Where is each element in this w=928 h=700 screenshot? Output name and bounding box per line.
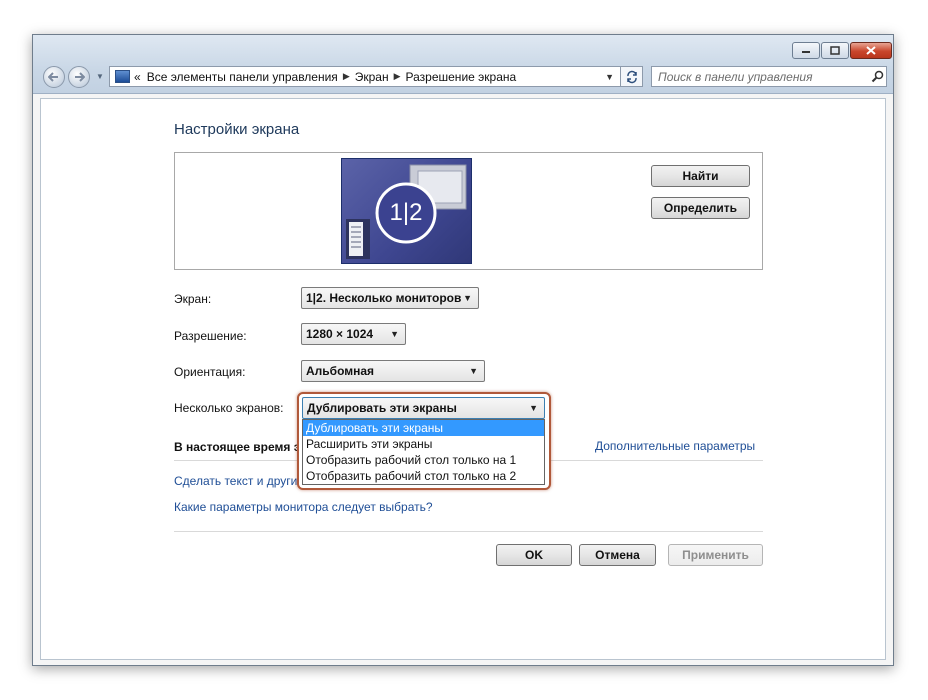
breadcrumb-all-items[interactable]: Все элементы панели управления	[147, 70, 338, 84]
chevron-down-icon: ▼	[529, 403, 538, 413]
orientation-select-value: Альбомная	[306, 364, 375, 378]
text-size-link[interactable]: Сделать текст и други	[174, 474, 297, 488]
minimize-icon	[802, 50, 810, 53]
breadcrumb-resolution[interactable]: Разрешение экрана	[406, 70, 517, 84]
chevron-down-icon: ▼	[469, 366, 478, 376]
maximize-button[interactable]	[821, 42, 849, 59]
monitor-image[interactable]: 1|2	[341, 158, 472, 264]
multiple-displays-label: Несколько экранов:	[174, 401, 284, 415]
close-button[interactable]	[850, 42, 892, 59]
refresh-button[interactable]	[621, 66, 643, 87]
close-icon	[866, 46, 876, 55]
display-label: Экран:	[174, 292, 212, 306]
chevron-down-icon: ▼	[463, 293, 472, 303]
refresh-icon	[626, 70, 637, 83]
chevron-down-icon: ▼	[390, 329, 399, 339]
multiple-displays-options: Дублировать эти экраны Расширить эти экр…	[302, 419, 545, 485]
option-only-1[interactable]: Отобразить рабочий стол только на 1	[303, 452, 544, 468]
cancel-button[interactable]: Отмена	[579, 544, 656, 566]
recent-pages-dropdown[interactable]: ▼	[96, 72, 104, 81]
minimize-button[interactable]	[792, 42, 820, 59]
monitor-help-link[interactable]: Какие параметры монитора следует выбрать…	[174, 500, 433, 514]
address-bar[interactable]: « Все элементы панели управления ▶ Экран…	[109, 66, 621, 87]
multiple-displays-select[interactable]: Дублировать эти экраны ▼	[302, 397, 545, 419]
control-panel-icon	[115, 70, 130, 83]
apply-button[interactable]: Применить	[668, 544, 763, 566]
breadcrumb-separator[interactable]: ▶	[394, 71, 401, 82]
back-button[interactable]	[43, 66, 65, 88]
orientation-select[interactable]: Альбомная ▼	[301, 360, 485, 382]
divider	[174, 531, 763, 532]
search-icon[interactable]	[868, 70, 886, 83]
forward-button[interactable]	[68, 66, 90, 88]
search-box[interactable]	[651, 66, 887, 87]
option-extend[interactable]: Расширить эти экраны	[303, 436, 544, 452]
display-select[interactable]: 1|2. Несколько мониторов ▼	[301, 287, 479, 309]
resolution-label: Разрешение:	[174, 329, 247, 343]
option-only-2[interactable]: Отобразить рабочий стол только на 2	[303, 468, 544, 484]
multiple-displays-select-value: Дублировать эти экраны	[307, 401, 457, 415]
ok-button[interactable]: OK	[496, 544, 572, 566]
forward-arrow-icon	[75, 72, 85, 82]
resolution-select-value: 1280 × 1024	[306, 327, 374, 341]
resolution-select[interactable]: 1280 × 1024 ▼	[301, 323, 406, 345]
search-input[interactable]	[652, 68, 868, 85]
identify-button[interactable]: Определить	[651, 197, 750, 219]
current-settings-text: В настоящее время э	[174, 440, 301, 454]
orientation-label: Ориентация:	[174, 365, 246, 379]
monitor-number-label: 1|2	[389, 199, 423, 226]
find-button[interactable]: Найти	[651, 165, 750, 187]
breadcrumb-overflow[interactable]: «	[134, 70, 141, 84]
breadcrumb-separator[interactable]: ▶	[343, 71, 350, 82]
breadcrumb-display[interactable]: Экран	[355, 70, 389, 84]
page-title: Настройки экрана	[174, 121, 300, 138]
display-select-value: 1|2. Несколько мониторов	[306, 291, 462, 305]
maximize-icon	[830, 46, 840, 55]
address-dropdown-arrow[interactable]: ▼	[605, 72, 614, 82]
advanced-settings-link[interactable]: Дополнительные параметры	[595, 439, 755, 453]
option-duplicate[interactable]: Дублировать эти экраны	[303, 420, 544, 436]
back-arrow-icon	[48, 72, 58, 82]
